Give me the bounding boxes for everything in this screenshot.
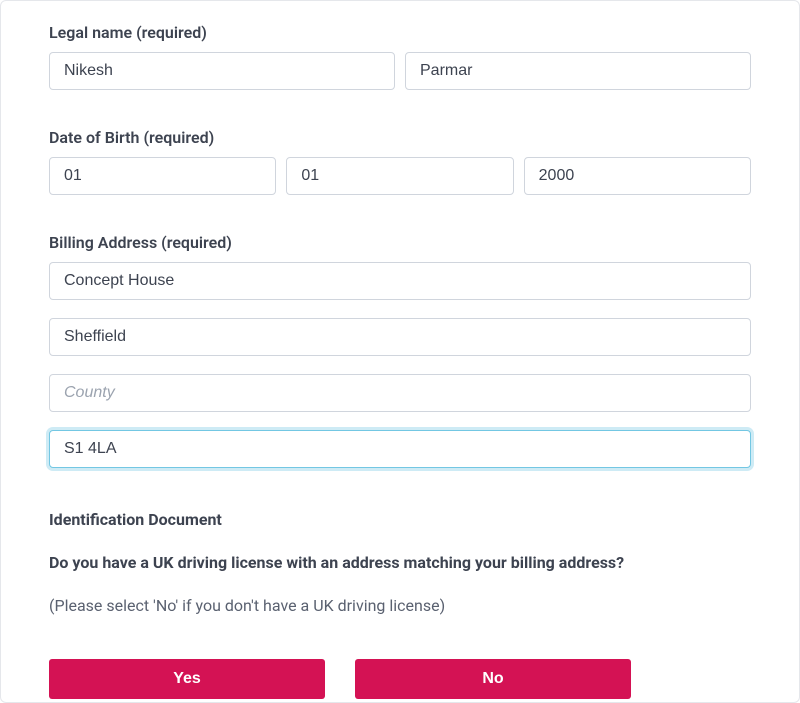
identification-question: Do you have a UK driving license with an… <box>49 553 751 572</box>
yes-button[interactable]: Yes <box>49 659 325 699</box>
dob-row <box>49 157 751 195</box>
billing-city-input[interactable] <box>49 318 751 356</box>
dob-year-input[interactable] <box>524 157 751 195</box>
last-name-input[interactable] <box>405 52 751 90</box>
yes-no-button-row: Yes No <box>49 659 751 699</box>
dob-month-input[interactable] <box>286 157 513 195</box>
billing-line1-input[interactable] <box>49 262 751 300</box>
identification-hint: (Please select 'No' if you don't have a … <box>49 596 751 615</box>
billing-county-input[interactable] <box>49 374 751 412</box>
billing-address-stack <box>49 262 751 468</box>
no-button[interactable]: No <box>355 659 631 699</box>
identification-heading: Identification Document <box>49 510 751 529</box>
legal-name-label: Legal name (required) <box>49 23 751 42</box>
dob-label: Date of Birth (required) <box>49 128 751 147</box>
legal-name-row <box>49 52 751 90</box>
billing-postcode-input[interactable] <box>49 430 751 468</box>
dob-day-input[interactable] <box>49 157 276 195</box>
billing-label: Billing Address (required) <box>49 233 751 252</box>
form-card: Legal name (required) Date of Birth (req… <box>0 0 800 703</box>
first-name-input[interactable] <box>49 52 395 90</box>
